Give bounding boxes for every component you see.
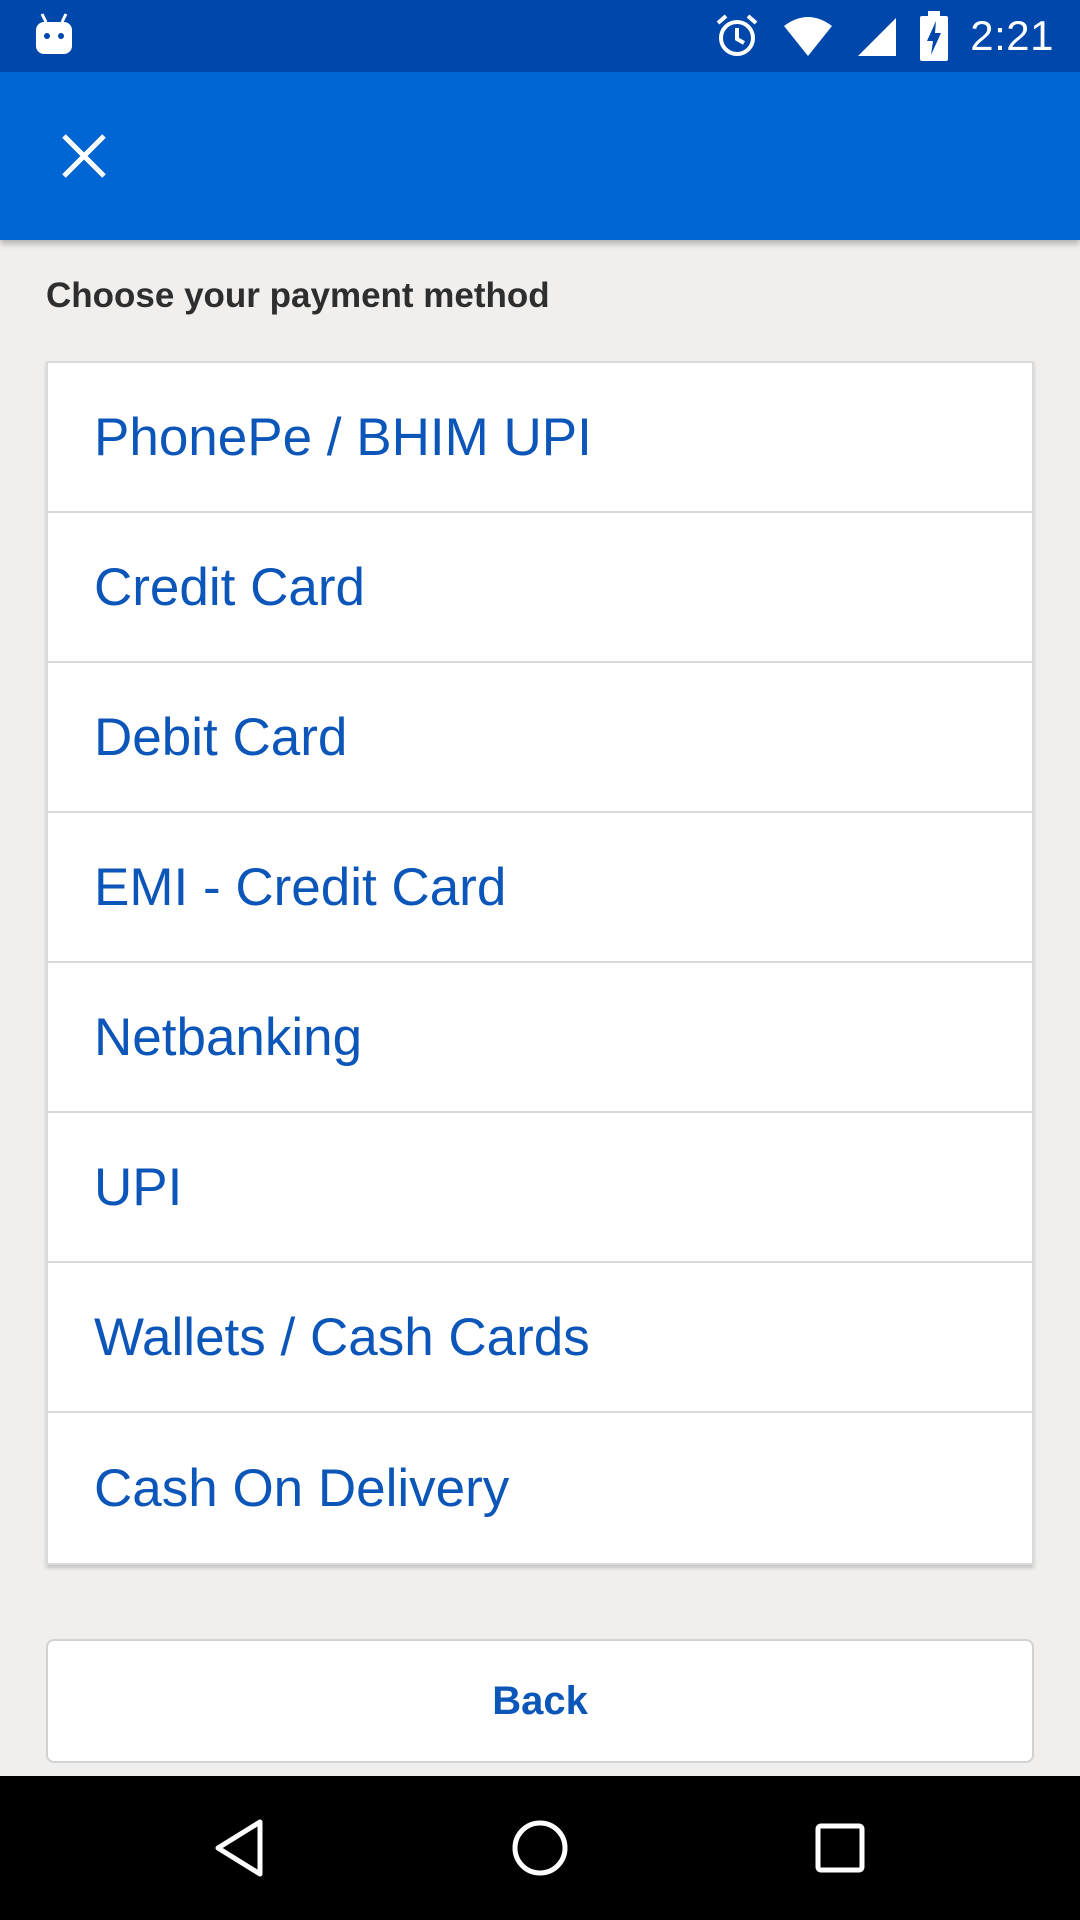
system-nav-bar	[0, 1776, 1080, 1920]
page-heading: Choose your payment method	[46, 276, 550, 315]
payment-method-wallets-cash-cards[interactable]: Wallets / Cash Cards	[48, 1263, 1032, 1413]
close-icon[interactable]	[52, 124, 116, 188]
payment-method-debit-card[interactable]: Debit Card	[48, 663, 1032, 813]
payment-method-upi[interactable]: UPI	[48, 1113, 1032, 1263]
status-time: 2:21	[970, 12, 1054, 59]
status-bar: 2:21	[0, 0, 1080, 72]
back-button[interactable]: Back	[46, 1639, 1034, 1763]
app-bar	[0, 72, 1080, 240]
payment-method-emi-credit-card[interactable]: EMI - Credit Card	[48, 813, 1032, 963]
recents-square-icon[interactable]	[804, 1812, 876, 1884]
battery-charging-icon	[920, 11, 949, 61]
payment-method-netbanking[interactable]: Netbanking	[48, 963, 1032, 1113]
wifi-icon	[784, 17, 833, 56]
android-notification-icon	[36, 13, 72, 54]
back-triangle-icon[interactable]	[204, 1812, 276, 1884]
payment-method-credit-card[interactable]: Credit Card	[48, 513, 1032, 663]
payment-method-list: PhonePe / BHIM UPI Credit Card Debit Car…	[46, 361, 1034, 1565]
payment-method-phonepe-bhim-upi[interactable]: PhonePe / BHIM UPI	[48, 363, 1032, 513]
payment-method-cash-on-delivery[interactable]: Cash On Delivery	[48, 1413, 1032, 1563]
alarm-icon	[716, 14, 758, 56]
cell-signal-icon	[858, 18, 897, 56]
home-circle-icon[interactable]	[504, 1812, 576, 1884]
